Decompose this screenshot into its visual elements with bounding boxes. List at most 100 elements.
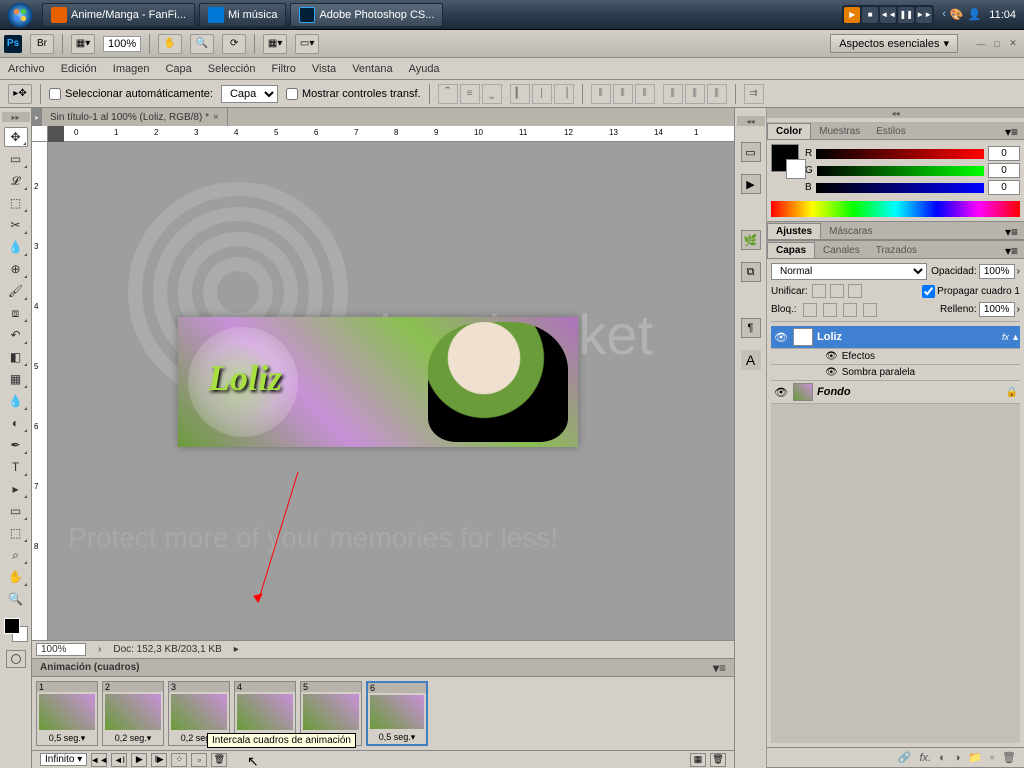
maximize-button[interactable]: □ bbox=[990, 37, 1004, 51]
move-tool-preset[interactable]: ▸✥ bbox=[8, 84, 32, 104]
play-button[interactable]: ▶ bbox=[131, 753, 147, 767]
panel-menu-icon[interactable]: ▾≡ bbox=[999, 244, 1024, 258]
animation-frame-selected[interactable]: 60,5 seg.▾ bbox=[366, 681, 428, 746]
prev-frame-button[interactable]: ◄l bbox=[111, 753, 127, 767]
start-button[interactable] bbox=[0, 0, 40, 30]
layer-mask-icon[interactable]: ◐ bbox=[939, 752, 946, 764]
doc-expand[interactable]: ▸ bbox=[32, 108, 42, 126]
view-extras-button[interactable]: ▦▾ bbox=[71, 34, 95, 54]
media-next-icon[interactable]: ►► bbox=[916, 7, 932, 23]
quick-select-tool[interactable]: ⬚ bbox=[4, 193, 28, 213]
panels-collapse[interactable]: ◂◂ bbox=[767, 108, 1024, 118]
tab-color[interactable]: Color bbox=[767, 123, 811, 139]
distribute-right-icon[interactable]: ⫼ bbox=[707, 84, 727, 104]
show-transform-checkbox[interactable]: Mostrar controles transf. bbox=[286, 88, 421, 100]
link-layers-icon[interactable]: 🔗 bbox=[898, 751, 912, 764]
auto-select-mode-dropdown[interactable]: Capa bbox=[221, 85, 278, 103]
media-pause-icon[interactable]: ❚❚ bbox=[898, 7, 914, 23]
taskbar-item-photoshop[interactable]: Adobe Photoshop CS... bbox=[290, 3, 443, 27]
propagate-checkbox[interactable]: Propagar cuadro 1 bbox=[922, 285, 1020, 298]
actions-panel-icon[interactable]: ▶ bbox=[741, 174, 761, 194]
chevron-down-icon[interactable]: ▴ bbox=[1013, 332, 1018, 343]
distribute-bottom-icon[interactable]: ⫴ bbox=[635, 84, 655, 104]
blue-value[interactable]: 0 bbox=[988, 180, 1020, 195]
menu-ayuda[interactable]: Ayuda bbox=[409, 63, 440, 75]
opacity-input[interactable]: 100% bbox=[979, 264, 1015, 279]
pen-tool[interactable]: ✒ bbox=[4, 435, 28, 455]
red-slider[interactable] bbox=[816, 149, 984, 159]
lock-transparent-icon[interactable] bbox=[803, 303, 817, 317]
next-frame-button[interactable]: l▶ bbox=[151, 753, 167, 767]
clone-panel-icon[interactable]: ⧉ bbox=[741, 262, 761, 282]
chevron-right-icon[interactable]: › bbox=[1017, 304, 1020, 315]
unify-style-icon[interactable] bbox=[848, 284, 862, 298]
history-panel-icon[interactable]: ▭ bbox=[741, 142, 761, 162]
menu-seleccion[interactable]: Selección bbox=[208, 63, 256, 75]
lock-all-icon[interactable] bbox=[863, 303, 877, 317]
history-brush-tool[interactable]: ↶ bbox=[4, 325, 28, 345]
minimize-button[interactable]: — bbox=[974, 37, 988, 51]
3d-tool[interactable]: ⬚ bbox=[4, 523, 28, 543]
crop-tool[interactable]: ✂ bbox=[4, 215, 28, 235]
path-select-tool[interactable]: ▸ bbox=[4, 479, 28, 499]
unify-position-icon[interactable] bbox=[812, 284, 826, 298]
color-swatch[interactable] bbox=[771, 144, 799, 172]
arrange-documents-button[interactable]: ▦▾ bbox=[263, 34, 287, 54]
menu-vista[interactable]: Vista bbox=[312, 63, 336, 75]
distribute-hcenter-icon[interactable]: ⫼ bbox=[685, 84, 705, 104]
auto-select-checkbox[interactable]: Seleccionar automáticamente: bbox=[49, 88, 213, 100]
menu-archivo[interactable]: Archivo bbox=[8, 63, 45, 75]
marquee-tool[interactable]: ▭ bbox=[4, 149, 28, 169]
ruler-vertical[interactable]: 2345678 bbox=[32, 142, 48, 640]
lasso-tool[interactable]: 𝓛 bbox=[4, 171, 28, 191]
menu-ventana[interactable]: Ventana bbox=[352, 63, 392, 75]
menu-capa[interactable]: Capa bbox=[165, 63, 191, 75]
canvas[interactable]: photobucket Loliz Protect more of your m… bbox=[48, 142, 734, 640]
layer-group-icon[interactable]: 📁 bbox=[968, 751, 982, 764]
tab-channels[interactable]: Canales bbox=[815, 243, 868, 258]
close-button[interactable]: ✕ bbox=[1006, 37, 1020, 51]
dodge-tool[interactable]: ◐ bbox=[4, 413, 28, 433]
ruler-horizontal[interactable]: 012345678910111213141 bbox=[64, 126, 734, 142]
document-tab[interactable]: Sin título-1 al 100% (Loliz, RGB/8) *× bbox=[42, 108, 228, 126]
eraser-tool[interactable]: ◧ bbox=[4, 347, 28, 367]
media-stop-icon[interactable]: ■ bbox=[862, 7, 878, 23]
green-value[interactable]: 0 bbox=[988, 163, 1020, 178]
zoom-dropdown[interactable]: 100% bbox=[103, 36, 141, 52]
media-play-icon[interactable]: ▶ bbox=[844, 7, 860, 23]
screen-mode-button[interactable]: ▭▾ bbox=[295, 34, 319, 54]
tab-swatches[interactable]: Muestras bbox=[811, 124, 868, 139]
media-prev-icon[interactable]: ◄◄ bbox=[880, 7, 896, 23]
move-tool[interactable]: ✥ bbox=[4, 127, 28, 147]
chevron-right-icon[interactable]: ▸ bbox=[234, 644, 239, 655]
layer-thumbnail[interactable]: T bbox=[793, 328, 813, 346]
convert-timeline-button[interactable]: ▦ bbox=[690, 753, 706, 767]
tray-msn-icon[interactable]: 👤 bbox=[968, 8, 982, 21]
animation-frame[interactable]: 10,5 seg.▾ bbox=[36, 681, 98, 746]
menu-edicion[interactable]: Edición bbox=[61, 63, 97, 75]
character-panel-icon[interactable]: A bbox=[741, 350, 761, 370]
visibility-icon[interactable]: 👁 bbox=[773, 386, 789, 399]
align-top-icon[interactable]: ⎴ bbox=[438, 84, 458, 104]
status-zoom[interactable]: 100% bbox=[36, 643, 86, 656]
shape-tool[interactable]: ▭ bbox=[4, 501, 28, 521]
tween-button[interactable]: ⁘ bbox=[171, 753, 187, 767]
menu-filtro[interactable]: Filtro bbox=[271, 63, 295, 75]
chevron-right-icon[interactable]: › bbox=[1017, 266, 1020, 277]
stamp-tool[interactable]: ⧈ bbox=[4, 303, 28, 323]
quick-mask-button[interactable] bbox=[6, 650, 26, 668]
align-bottom-icon[interactable]: ⎵ bbox=[482, 84, 502, 104]
3d-camera-tool[interactable]: ⌕ bbox=[4, 545, 28, 565]
trash-button[interactable]: 🗑 bbox=[710, 753, 726, 767]
workspace-switcher[interactable]: Aspectos esenciales▾ bbox=[830, 34, 958, 53]
brush-tool[interactable]: 🖌 bbox=[4, 281, 28, 301]
panel-menu-icon[interactable]: ▾≡ bbox=[713, 661, 726, 675]
hand-tool[interactable]: ✋ bbox=[4, 567, 28, 587]
distribute-vcenter-icon[interactable]: ⫴ bbox=[613, 84, 633, 104]
paragraph-panel-icon[interactable]: ¶ bbox=[741, 318, 761, 338]
effect-icon[interactable]: 👁 bbox=[825, 367, 838, 378]
new-frame-button[interactable]: ▫ bbox=[191, 753, 207, 767]
distribute-left-icon[interactable]: ⫼ bbox=[663, 84, 683, 104]
menu-imagen[interactable]: Imagen bbox=[113, 63, 150, 75]
tab-paths[interactable]: Trazados bbox=[868, 243, 925, 258]
